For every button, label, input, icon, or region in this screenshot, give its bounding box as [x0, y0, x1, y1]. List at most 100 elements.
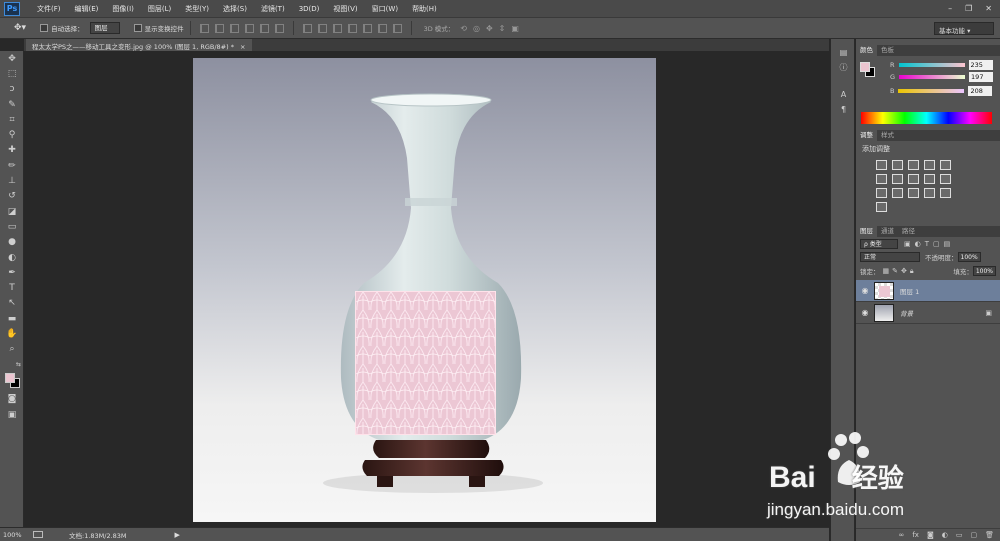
opacity-value[interactable]: 100%	[957, 252, 981, 262]
adjustment-icon[interactable]: ◐	[942, 531, 948, 539]
menu-type[interactable]: 类型(Y)	[178, 4, 216, 14]
distribute-right-icon[interactable]	[377, 23, 387, 33]
curves-icon[interactable]	[908, 160, 919, 170]
r-slider[interactable]	[898, 63, 965, 67]
status-arrow-icon[interactable]: ▶	[175, 531, 180, 539]
layer-filter-dropdown[interactable]: ρ 类型	[860, 238, 898, 249]
color-lookup-icon[interactable]	[876, 188, 887, 198]
3d-roll-icon[interactable]: ◎	[473, 24, 480, 33]
filter-pixel-icon[interactable]: ▣	[904, 240, 911, 248]
color-spectrum-bar[interactable]	[861, 112, 992, 124]
pen-tool-icon[interactable]: ✒	[0, 265, 24, 280]
tab-styles[interactable]: 样式	[877, 130, 898, 141]
auto-select-checkbox[interactable]	[40, 24, 49, 32]
layer-row-background[interactable]: ◉ 背景 ▣	[856, 302, 1000, 324]
dodge-tool-icon[interactable]: ◐	[0, 250, 24, 265]
menu-file[interactable]: 文件(F)	[30, 4, 68, 14]
lock-all-icon[interactable]: 🔒︎	[910, 267, 914, 276]
zoom-tool-icon[interactable]: ⌕	[0, 342, 24, 357]
distribute-left-icon[interactable]	[347, 23, 357, 33]
paragraph-panel-icon[interactable]: ¶	[831, 102, 856, 117]
move-tool-preset-icon[interactable]: ✥▾	[14, 23, 26, 33]
folder-icon[interactable]: ▭	[956, 531, 963, 539]
blend-mode-dropdown[interactable]: 正常	[860, 252, 920, 262]
menu-image[interactable]: 图像(I)	[105, 4, 141, 14]
align-top-icon[interactable]	[199, 23, 209, 33]
3d-drag-icon[interactable]: ✥	[486, 24, 493, 33]
trash-icon[interactable]: 🗑︎	[985, 531, 994, 539]
screen-mode-icon[interactable]: ▣	[0, 407, 24, 422]
quick-mask-icon[interactable]: ◙	[0, 391, 24, 406]
tab-swatches[interactable]: 色板	[877, 45, 898, 56]
color-swatches[interactable]	[5, 373, 21, 389]
document-tab[interactable]: 程太太学PS之——移动工具之变形.jpg @ 100% (图层 1, RGB/8…	[26, 39, 252, 51]
layer-row-layer1[interactable]: ◉ 图层 1	[856, 280, 1000, 302]
r-value[interactable]: 235	[968, 60, 993, 70]
document-canvas[interactable]	[193, 58, 656, 522]
posterize-icon[interactable]	[908, 188, 919, 198]
status-export-icon[interactable]	[33, 531, 43, 538]
tab-layers[interactable]: 图层	[856, 226, 877, 237]
brush-tool-icon[interactable]: ✏	[0, 158, 24, 173]
new-layer-icon[interactable]: ▢	[970, 531, 977, 539]
distribute-hcenter-icon[interactable]	[362, 23, 372, 33]
layer-name[interactable]: 背景	[900, 308, 913, 318]
properties-panel-icon[interactable]: ⓘ	[831, 60, 856, 75]
3d-rotate-icon[interactable]: ⟲	[460, 24, 467, 33]
photo-filter-icon[interactable]	[924, 174, 935, 184]
g-slider[interactable]	[899, 75, 966, 79]
align-vcenter-icon[interactable]	[214, 23, 224, 33]
hand-tool-icon[interactable]: ✋	[0, 326, 24, 341]
brightness-icon[interactable]	[876, 160, 887, 170]
close-window-button[interactable]: ✕	[985, 4, 992, 13]
menu-filter[interactable]: 滤镜(T)	[254, 4, 292, 14]
mask-icon[interactable]: ◙	[927, 531, 934, 539]
character-panel-icon[interactable]: A	[831, 87, 856, 102]
menu-edit[interactable]: 编辑(E)	[68, 4, 106, 14]
b-value[interactable]: 208	[968, 86, 993, 96]
menu-select[interactable]: 选择(S)	[216, 4, 254, 14]
align-left-icon[interactable]	[244, 23, 254, 33]
b-slider[interactable]	[898, 89, 965, 93]
tab-adjustments[interactable]: 调整	[856, 130, 877, 141]
3d-scale-icon[interactable]: ▣	[511, 24, 519, 33]
workspace-dropdown[interactable]: 基本功能 ▾	[934, 22, 994, 35]
filter-shape-icon[interactable]: ▢	[933, 240, 940, 248]
history-brush-tool-icon[interactable]: ↺	[0, 189, 24, 204]
invert-icon[interactable]	[892, 188, 903, 198]
distribute-bottom-icon[interactable]	[332, 23, 342, 33]
lock-pixels-icon[interactable]: ✎	[892, 267, 898, 275]
gradient-map-icon[interactable]	[940, 188, 951, 198]
show-transform-checkbox[interactable]	[133, 24, 142, 32]
visibility-eye-icon[interactable]: ◉	[856, 286, 874, 295]
tab-paths[interactable]: 路径	[898, 226, 919, 237]
tab-color[interactable]: 颜色	[856, 45, 877, 56]
fx-icon[interactable]: fx	[912, 531, 919, 539]
menu-window[interactable]: 窗口(W)	[365, 4, 405, 14]
black-white-icon[interactable]	[908, 174, 919, 184]
menu-layer[interactable]: 图层(L)	[141, 4, 178, 14]
clone-stamp-tool-icon[interactable]: ⊥	[0, 173, 24, 188]
eraser-tool-icon[interactable]: ◪	[0, 204, 24, 219]
link-icon[interactable]: ∞	[899, 531, 905, 539]
menu-3d[interactable]: 3D(D)	[292, 5, 327, 13]
3d-slide-icon[interactable]: ⇕	[499, 24, 506, 33]
vibrance-icon[interactable]	[940, 160, 951, 170]
crop-tool-icon[interactable]: ⌗	[0, 112, 24, 127]
menu-help[interactable]: 帮助(H)	[405, 4, 444, 14]
healing-brush-tool-icon[interactable]: ✚	[0, 143, 24, 158]
hue-saturation-icon[interactable]	[876, 174, 887, 184]
color-balance-icon[interactable]	[892, 174, 903, 184]
filter-adjust-icon[interactable]: ◐	[915, 240, 921, 248]
layer-name[interactable]: 图层 1	[900, 286, 919, 296]
swap-colors-icon[interactable]: ⇆	[0, 357, 24, 372]
move-tool-icon[interactable]: ✥	[0, 51, 24, 66]
threshold-icon[interactable]	[924, 188, 935, 198]
minimize-button[interactable]: –	[948, 4, 952, 13]
marquee-tool-icon[interactable]: ⬚	[0, 66, 24, 81]
visibility-eye-icon[interactable]: ◉	[856, 308, 874, 317]
quick-select-tool-icon[interactable]: ✎	[0, 97, 24, 112]
lock-position-icon[interactable]: ✥	[901, 267, 907, 275]
lock-transparency-icon[interactable]: ▦	[883, 267, 890, 275]
history-panel-icon[interactable]: ▤	[831, 45, 856, 60]
